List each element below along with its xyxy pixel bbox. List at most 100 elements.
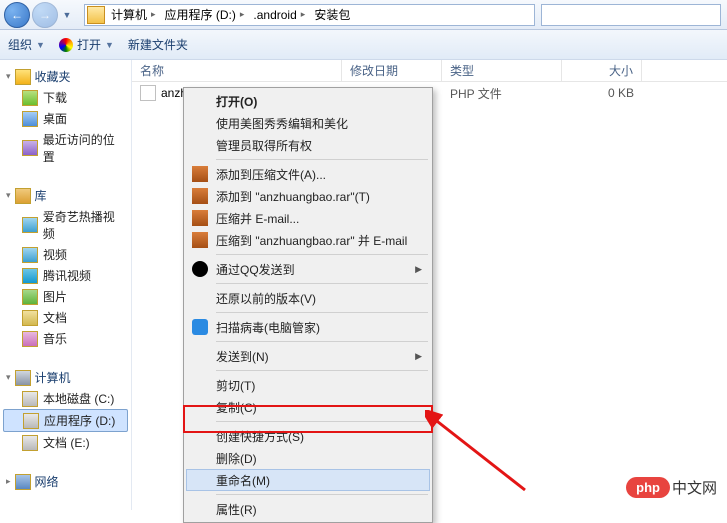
sidebar-head-favorites[interactable]: ▾收藏夹 bbox=[0, 66, 131, 87]
open-icon bbox=[59, 38, 73, 52]
chevron-down-icon: ▼ bbox=[105, 40, 114, 50]
ctx-zip-email[interactable]: 压缩并 E-mail... bbox=[186, 207, 430, 229]
sidebar-item-pictures[interactable]: 图片 bbox=[0, 286, 131, 307]
file-icon bbox=[140, 85, 156, 101]
sidebar-item-tencent[interactable]: 腾讯视频 bbox=[0, 265, 131, 286]
sidebar-item-downloads[interactable]: 下载 bbox=[0, 87, 131, 108]
ctx-copy[interactable]: 复制(C) bbox=[186, 396, 430, 418]
sidebar-item-drive-d[interactable]: 应用程序 (D:) bbox=[3, 409, 128, 432]
col-date[interactable]: 修改日期 bbox=[342, 60, 442, 81]
ctx-add-rar[interactable]: 添加到 "anzhuangbao.rar"(T) bbox=[186, 185, 430, 207]
drive-icon bbox=[23, 413, 39, 429]
ctx-meitu[interactable]: 使用美图秀秀编辑和美化 bbox=[186, 112, 430, 134]
open-button[interactable]: 打开▼ bbox=[59, 36, 114, 53]
qq-icon bbox=[192, 261, 208, 277]
chevron-right-icon: ▸ bbox=[301, 9, 306, 20]
ctx-restore[interactable]: 还原以前的版本(V) bbox=[186, 287, 430, 309]
breadcrumb[interactable]: 计算机▸ 应用程序 (D:)▸ .android▸ 安装包 bbox=[84, 4, 535, 26]
sidebar-item-drive-c[interactable]: 本地磁盘 (C:) bbox=[0, 388, 131, 409]
breadcrumb-item[interactable]: .android▸ bbox=[249, 5, 310, 25]
nav-buttons: ← → ▼ bbox=[0, 2, 78, 28]
sidebar-item-drive-e[interactable]: 文档 (E:) bbox=[0, 432, 131, 453]
separator bbox=[216, 341, 428, 342]
breadcrumb-item[interactable]: 应用程序 (D:)▸ bbox=[161, 5, 250, 25]
sidebar-head-computer[interactable]: ▾计算机 bbox=[0, 367, 131, 388]
separator bbox=[216, 370, 428, 371]
recent-icon bbox=[22, 140, 38, 156]
chevron-right-icon: ▶ bbox=[415, 351, 422, 362]
col-name[interactable]: 名称 bbox=[132, 60, 342, 81]
desktop-icon bbox=[22, 111, 38, 127]
chevron-right-icon: ▸ bbox=[240, 9, 245, 20]
history-dropdown[interactable]: ▼ bbox=[60, 10, 74, 20]
sidebar-item-recent[interactable]: 最近访问的位置 bbox=[0, 129, 131, 167]
sidebar-item-desktop[interactable]: 桌面 bbox=[0, 108, 131, 129]
file-type: PHP 文件 bbox=[442, 85, 562, 102]
separator bbox=[216, 254, 428, 255]
column-headers: 名称 修改日期 类型 大小 bbox=[132, 60, 727, 82]
back-button[interactable]: ← bbox=[4, 2, 30, 28]
separator bbox=[216, 312, 428, 313]
sidebar-item-music[interactable]: 音乐 bbox=[0, 328, 131, 349]
search-input[interactable] bbox=[541, 4, 721, 26]
col-type[interactable]: 类型 bbox=[442, 60, 562, 81]
sidebar-head-libraries[interactable]: ▾库 bbox=[0, 185, 131, 206]
chevron-down-icon: ▾ bbox=[6, 190, 11, 201]
video-icon bbox=[22, 268, 38, 284]
video-icon bbox=[22, 217, 38, 233]
ctx-rename[interactable]: 重命名(M) bbox=[186, 469, 430, 491]
archive-icon bbox=[192, 232, 208, 248]
separator bbox=[216, 494, 428, 495]
breadcrumb-item[interactable]: 安装包 bbox=[310, 5, 355, 25]
ctx-shortcut[interactable]: 创建快捷方式(S) bbox=[186, 425, 430, 447]
context-menu: 打开(O) 使用美图秀秀编辑和美化 管理员取得所有权 添加到压缩文件(A)...… bbox=[183, 87, 433, 523]
badge-text: 中文网 bbox=[672, 477, 717, 498]
separator bbox=[216, 283, 428, 284]
picture-icon bbox=[22, 289, 38, 305]
sidebar: ▾收藏夹 下载 桌面 最近访问的位置 ▾库 爱奇艺热播视频 视频 腾讯视频 图片… bbox=[0, 60, 132, 510]
archive-icon bbox=[192, 210, 208, 226]
video-icon bbox=[22, 247, 38, 263]
chevron-down-icon: ▾ bbox=[6, 71, 11, 82]
ctx-delete[interactable]: 删除(D) bbox=[186, 447, 430, 469]
forward-button[interactable]: → bbox=[32, 2, 58, 28]
separator bbox=[216, 159, 428, 160]
watermark: php 中文网 bbox=[626, 477, 717, 498]
chevron-right-icon: ▶ bbox=[415, 264, 422, 275]
archive-icon bbox=[192, 166, 208, 182]
col-size[interactable]: 大小 bbox=[562, 60, 642, 81]
computer-icon bbox=[15, 370, 31, 386]
new-folder-button[interactable]: 新建文件夹 bbox=[128, 36, 188, 53]
ctx-qq-send[interactable]: 通过QQ发送到▶ bbox=[186, 258, 430, 280]
file-size: 0 KB bbox=[562, 86, 642, 100]
ctx-zip-rar-email[interactable]: 压缩到 "anzhuangbao.rar" 并 E-mail bbox=[186, 229, 430, 251]
star-icon bbox=[15, 69, 31, 85]
drive-icon bbox=[22, 435, 38, 451]
ctx-sendto[interactable]: 发送到(N)▶ bbox=[186, 345, 430, 367]
ctx-scan[interactable]: 扫描病毒(电脑管家) bbox=[186, 316, 430, 338]
organize-button[interactable]: 组织▼ bbox=[8, 36, 45, 53]
chevron-right-icon: ▸ bbox=[151, 9, 156, 20]
drive-icon bbox=[22, 391, 38, 407]
library-icon bbox=[15, 188, 31, 204]
sidebar-item-iqiyi[interactable]: 爱奇艺热播视频 bbox=[0, 206, 131, 244]
separator bbox=[216, 421, 428, 422]
ctx-add-archive[interactable]: 添加到压缩文件(A)... bbox=[186, 163, 430, 185]
chevron-right-icon: ▸ bbox=[6, 476, 11, 487]
ctx-properties[interactable]: 属性(R) bbox=[186, 498, 430, 520]
archive-icon bbox=[192, 188, 208, 204]
ctx-cut[interactable]: 剪切(T) bbox=[186, 374, 430, 396]
network-icon bbox=[15, 474, 31, 490]
document-icon bbox=[22, 310, 38, 326]
sidebar-item-documents[interactable]: 文档 bbox=[0, 307, 131, 328]
sidebar-head-network[interactable]: ▸网络 bbox=[0, 471, 131, 492]
sidebar-item-videos[interactable]: 视频 bbox=[0, 244, 131, 265]
breadcrumb-item[interactable]: 计算机▸ bbox=[107, 5, 161, 25]
chevron-down-icon: ▼ bbox=[36, 40, 45, 50]
ctx-admin[interactable]: 管理员取得所有权 bbox=[186, 134, 430, 156]
chevron-down-icon: ▾ bbox=[6, 372, 11, 383]
toolbar: 组织▼ 打开▼ 新建文件夹 bbox=[0, 30, 727, 60]
ctx-open[interactable]: 打开(O) bbox=[186, 90, 430, 112]
folder-icon bbox=[87, 6, 105, 24]
php-badge: php bbox=[626, 477, 670, 498]
